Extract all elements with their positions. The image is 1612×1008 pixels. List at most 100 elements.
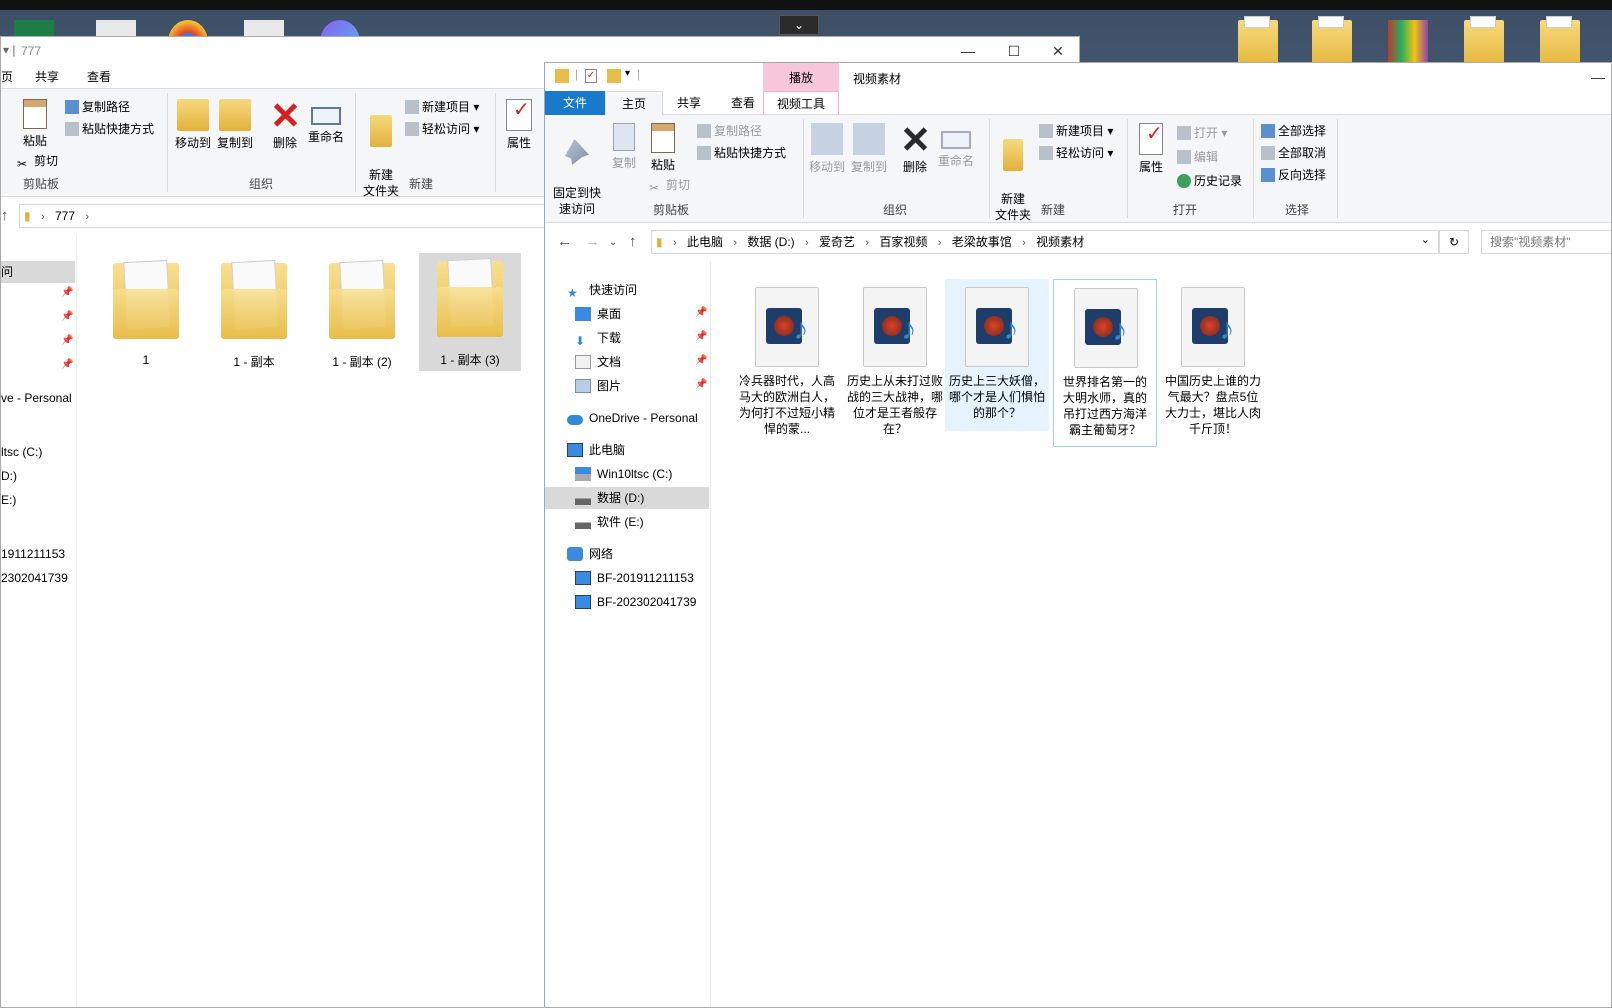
video-file-item[interactable]: ♪ 冷兵器时代，人高马大的欧洲白人，为何打不过短小精悍的蒙... (735, 279, 839, 443)
video-file-item[interactable]: ♪ 世界排名第一的大明水师，真的吊打过西方海洋霸主葡萄牙？ (1053, 279, 1157, 447)
nav-item-onedrive[interactable]: OneDrive - Personal (567, 407, 698, 429)
nav-item-pc2[interactable]: BF-202302041739 (575, 591, 696, 613)
video-file-item[interactable]: ♪ 历史上三大妖僧，哪个才是人们惧怕的那个？ (945, 279, 1049, 431)
delete-button[interactable]: 删除 (267, 99, 303, 151)
nav-item-c-drive[interactable]: ltsc (C:) (1, 441, 42, 463)
folder-icon[interactable] (1464, 16, 1504, 64)
edit-button[interactable]: 编辑 (1177, 147, 1218, 167)
new-item-button[interactable]: 新建项目 ▾ (1039, 121, 1113, 141)
folder-item[interactable]: 1 - 副本 (203, 255, 305, 369)
cut-button[interactable]: ✂ 剪切 (17, 151, 58, 171)
address-dropdown-icon[interactable]: ⌄ (1421, 233, 1430, 246)
folder-item[interactable]: 1 (95, 255, 197, 369)
video-file-item[interactable]: ♪ 历史上从未打过败战的三大战神，哪位才是王者般存在？ (843, 279, 947, 443)
properties-icon[interactable]: ✓ (585, 69, 597, 83)
nav-item-e-drive[interactable]: E:) (1, 489, 16, 511)
chevron-down-icon[interactable]: ⌄ (779, 15, 819, 35)
rename-button[interactable]: 重命名 (305, 99, 347, 145)
folder-icon[interactable] (1540, 16, 1580, 64)
close-icon[interactable]: ✕ (1035, 37, 1079, 65)
rename-button[interactable]: 重命名 (935, 123, 977, 169)
video-file-item[interactable]: ♪ 中国历史上谁的力气最大？盘点5位大力士，堪比人肉千斤顶！ (1161, 279, 1265, 443)
qat-dropdown-icon[interactable]: ▾ (625, 68, 630, 79)
recent-dropdown-icon[interactable]: ⌄ (609, 237, 617, 248)
breadcrumb-item[interactable]: 老梁故事馆 (948, 231, 1016, 253)
copy-button[interactable]: 复制 (607, 123, 641, 171)
paste-shortcut-button[interactable]: 粘贴快捷方式 (65, 119, 154, 139)
nav-item-desktop[interactable]: 桌面 (575, 303, 621, 325)
move-to-button[interactable]: 移动到 (173, 99, 213, 151)
tab-home[interactable]: 主页 (605, 91, 663, 115)
nav-item-quick-access[interactable]: 问 (1, 261, 75, 283)
nav-item-pc1[interactable]: BF-201911211153 (575, 567, 694, 589)
invert-selection-button[interactable]: 反向选择 (1261, 165, 1326, 185)
up-arrow-icon[interactable]: ↑ (629, 233, 637, 250)
minimize-icon[interactable]: — (945, 37, 991, 65)
folder-icon[interactable] (1238, 16, 1278, 64)
nav-item-pc1[interactable]: 1911211153 (1, 543, 65, 565)
tab-view[interactable]: 查看 (75, 65, 123, 89)
delete-button[interactable]: 删除 (897, 123, 933, 175)
folder-item-selected[interactable]: 1 - 副本 (3) (419, 253, 521, 371)
folder-icon[interactable] (1312, 16, 1352, 64)
nav-item-network[interactable]: 网络 (567, 543, 613, 565)
left-address-bar[interactable]: ▮ › 777 › (19, 204, 559, 228)
breadcrumb-item[interactable]: 数据 (D:) (743, 231, 798, 253)
new-folder-icon[interactable] (607, 69, 621, 83)
nav-item-pictures[interactable]: 图片 (575, 375, 621, 397)
context-tab-play[interactable]: 播放 (763, 63, 839, 91)
copy-to-button[interactable]: 复制到 (215, 99, 255, 151)
nav-item-downloads[interactable]: ⬇ 下载 (575, 327, 621, 349)
history-button[interactable]: 历史记录 (1177, 171, 1242, 191)
properties-button[interactable]: 属性 (1133, 123, 1169, 175)
nav-item-pc2[interactable]: 2302041739 (1, 567, 68, 589)
easy-access-button[interactable]: 轻松访问 ▾ (1039, 143, 1113, 163)
nav-item-this-pc[interactable]: 此电脑 (567, 439, 625, 461)
right-address-bar[interactable]: ▮ › 此电脑 › 数据 (D:) › 爱奇艺 › 百家视频 › 老梁故事馆 ›… (651, 230, 1439, 254)
tab-view[interactable]: 查看 (719, 91, 767, 115)
nav-item-e-drive[interactable]: 软件 (E:) (575, 511, 644, 533)
paste-button[interactable]: 粘贴 (17, 99, 53, 149)
nav-item-quick-access[interactable]: ★ 快速访问 (567, 279, 637, 301)
new-item-button[interactable]: 新建项目 ▾ (405, 97, 479, 117)
nav-item-d-drive[interactable]: 数据 (D:) (545, 487, 709, 509)
nav-item-documents[interactable]: 文档 (575, 351, 621, 373)
paste-shortcut-button[interactable]: 粘贴快捷方式 (697, 143, 786, 163)
breadcrumb-item[interactable]: 百家视频 (875, 231, 931, 253)
tab-home[interactable]: 页 (1, 65, 25, 89)
select-none-button[interactable]: 全部取消 (1261, 143, 1326, 163)
copy-path-button[interactable]: 复制路径 (65, 97, 130, 117)
quick-access-toolbar[interactable]: ▾ | (3, 43, 15, 57)
search-input[interactable]: 搜索"视频素材" (1481, 230, 1611, 254)
folder-item[interactable]: 1 - 副本 (2) (311, 255, 413, 369)
up-arrow-icon[interactable]: ↑ (1, 207, 9, 224)
archive-icon[interactable] (1388, 20, 1428, 64)
breadcrumb-item[interactable]: 视频素材 (1032, 231, 1088, 253)
nav-label: 此电脑 (589, 443, 626, 457)
cut-button[interactable]: ✂ 剪切 (649, 175, 690, 195)
refresh-icon[interactable]: ↻ (1439, 230, 1469, 254)
pin-to-quick-access-button[interactable]: 固定到快 速访问 (551, 123, 603, 217)
tab-share[interactable]: 共享 (665, 91, 713, 115)
tab-share[interactable]: 共享 (23, 65, 71, 89)
breadcrumb-item[interactable]: 爱奇艺 (815, 231, 859, 253)
copy-path-button[interactable]: 复制路径 (697, 121, 762, 141)
forward-arrow-icon[interactable]: → (585, 233, 600, 250)
breadcrumb-item[interactable]: 777 (51, 205, 79, 227)
copy-to-button[interactable]: 复制到 (849, 123, 889, 175)
select-all-button[interactable]: 全部选择 (1261, 121, 1326, 141)
maximize-icon[interactable]: ☐ (991, 37, 1037, 65)
nav-item-d-drive[interactable]: D:) (1, 465, 17, 487)
breadcrumb-item[interactable]: 此电脑 (683, 231, 727, 253)
nav-item-c-drive[interactable]: Win10ltsc (C:) (575, 463, 672, 485)
minimize-icon[interactable]: — (1575, 63, 1611, 91)
nav-item-onedrive[interactable]: ve - Personal (1, 387, 72, 409)
properties-button[interactable]: 属性 (501, 99, 537, 151)
tab-video-tools[interactable]: 视频工具 (763, 91, 839, 115)
paste-button[interactable]: 粘贴 (645, 123, 681, 173)
open-button[interactable]: 打开 ▾ (1177, 123, 1227, 143)
back-arrow-icon[interactable]: ← (557, 233, 572, 250)
easy-access-button[interactable]: 轻松访问 ▾ (405, 119, 479, 139)
move-to-button[interactable]: 移动到 (807, 123, 847, 175)
tab-file[interactable]: 文件 (545, 91, 605, 115)
